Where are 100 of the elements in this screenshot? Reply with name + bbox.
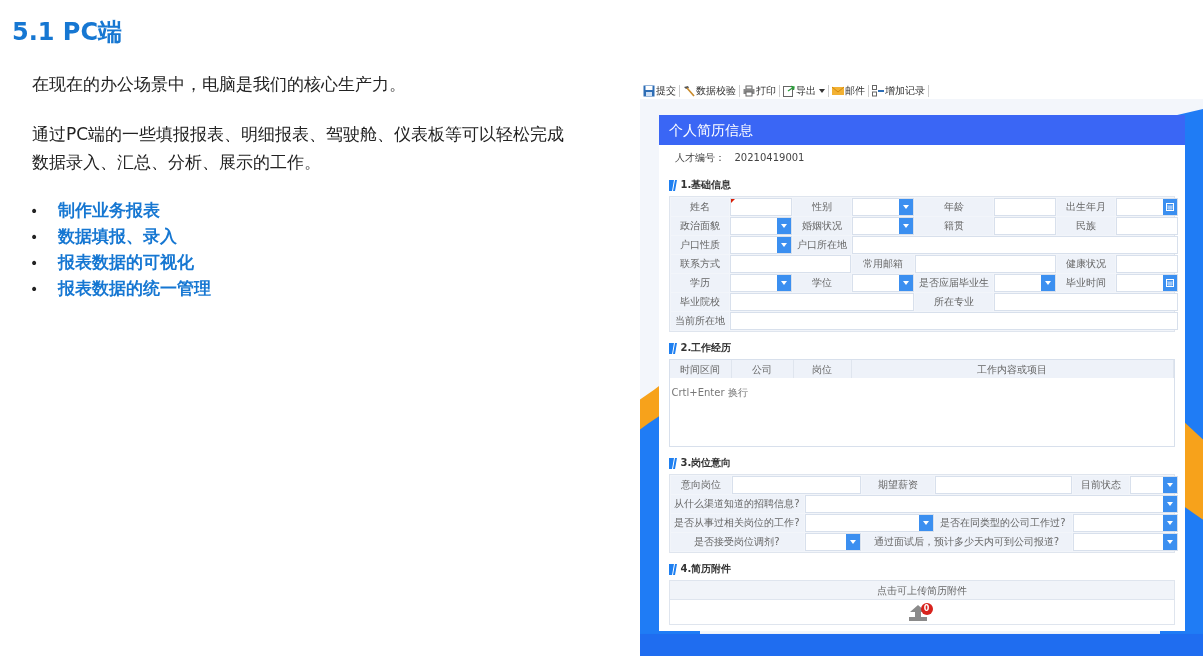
field-label: 当前所在地: [670, 312, 729, 330]
upload-icon: [908, 605, 927, 621]
field-label: 期望薪资: [861, 476, 934, 494]
caret-icon: [780, 224, 787, 228]
field-label: 是否接受岗位调剂?: [670, 533, 804, 551]
text-field[interactable]: [993, 198, 1056, 216]
field-label: 籍贯: [914, 217, 993, 235]
caret-icon: [1166, 540, 1173, 544]
text-field[interactable]: [729, 293, 914, 311]
section-marker-icon: [668, 178, 678, 191]
field-label: 常用邮箱: [851, 255, 914, 273]
select-field[interactable]: [804, 514, 934, 532]
paragraph: 通过PC端的一些填报报表、明细报表、驾驶舱、仪表板等可以轻松完成数据录入、汇总、分析、展示的工作。: [32, 123, 566, 174]
select-field[interactable]: [851, 198, 914, 216]
bullet: •: [30, 227, 40, 247]
field-label: 从什么渠道知道的招聘信息?: [670, 495, 804, 513]
select-field[interactable]: [1129, 476, 1178, 494]
select-field[interactable]: [729, 236, 792, 254]
calendar-icon: [1165, 203, 1174, 211]
paragraph: 在现在的办公场景中，电脑是我们的核心生产力。: [32, 73, 407, 96]
text-field[interactable]: [993, 217, 1056, 235]
text-field[interactable]: [1115, 217, 1178, 235]
text-field[interactable]: [729, 255, 851, 273]
text-field[interactable]: [851, 236, 1178, 254]
caret-icon: [780, 281, 787, 285]
toolbar-button[interactable]: 增加记录: [872, 84, 925, 97]
bullet: •: [30, 279, 40, 299]
date-field[interactable]: [1115, 198, 1178, 216]
field-label: 是否从事过相关岗位的工作?: [670, 514, 804, 532]
bullet: •: [30, 201, 40, 221]
toolbar-button[interactable]: 邮件: [832, 84, 865, 97]
slide-title: 5.1 PC端: [12, 17, 124, 48]
section-title: 1.基础信息: [680, 178, 732, 192]
text-field[interactable]: [729, 198, 792, 216]
text-field[interactable]: [731, 476, 861, 494]
calendar-icon: [1165, 279, 1174, 287]
caret-icon: [922, 521, 929, 525]
select-field[interactable]: [1072, 514, 1178, 532]
text-field[interactable]: [1115, 255, 1178, 273]
field-label: 户口性质: [670, 236, 729, 254]
mail-icon: [832, 84, 844, 97]
select-field[interactable]: [729, 274, 792, 292]
section-marker-icon: [668, 562, 678, 575]
caret-icon: [1166, 483, 1173, 487]
bullet-text: 报表数据的可视化: [58, 251, 194, 275]
caret-icon: [902, 281, 909, 285]
field-label: 婚姻状况: [792, 217, 851, 235]
field-label: 出生年月: [1056, 198, 1115, 216]
select-field[interactable]: [1072, 533, 1178, 551]
bullet: •: [30, 253, 40, 273]
select-field[interactable]: [729, 217, 792, 235]
text-field[interactable]: [993, 293, 1178, 311]
select-field[interactable]: [851, 274, 914, 292]
field-label: 学位: [792, 274, 851, 292]
text-field[interactable]: [729, 312, 1178, 330]
toolbar-button[interactable]: 打印: [743, 84, 776, 97]
field-label: 学历: [670, 274, 729, 292]
caret-icon: [1166, 502, 1173, 506]
text-field[interactable]: [914, 255, 1056, 273]
section-marker-icon: [668, 341, 678, 354]
field-label: 通过面试后，预计多少天内可到公司报道?: [861, 533, 1072, 551]
bullet-text: 报表数据的统一管理: [58, 277, 211, 301]
required-mark-icon: [730, 199, 735, 203]
field-label: 是否在同类型的公司工作过?: [934, 514, 1072, 532]
caret-icon: [849, 540, 856, 544]
field-label: 是否应届毕业生: [914, 274, 993, 292]
select-field[interactable]: [993, 274, 1056, 292]
section-title: 3.岗位意向: [680, 456, 732, 470]
bullet-text: 数据填报、录入: [58, 225, 177, 249]
caret-icon: [1044, 281, 1051, 285]
toolbar-button[interactable]: 数据校验: [683, 84, 736, 97]
caret-icon: [780, 243, 787, 247]
placeholder-text: Crtl+Enter 换行: [671, 387, 748, 398]
file-field[interactable]: 点击可上传简历附件 0: [668, 580, 1175, 625]
date-field[interactable]: [1115, 274, 1178, 292]
field-label: 毕业院校: [670, 293, 729, 311]
field-label: 目前状态: [1072, 476, 1129, 494]
select-field[interactable]: [851, 217, 914, 235]
toolbar-button[interactable]: 导出: [783, 84, 825, 97]
field-label: 所在专业: [914, 293, 993, 311]
select-field[interactable]: [804, 533, 861, 551]
form-header: 个人简历信息: [658, 115, 1185, 145]
field-label: 姓名: [670, 198, 729, 216]
caret-icon: [819, 88, 825, 93]
text-field[interactable]: [934, 476, 1072, 494]
field-label: 户口所在地: [792, 236, 851, 254]
section-marker-icon: [668, 456, 678, 469]
field-label: 性别: [792, 198, 851, 216]
section-title: 2.工作经历: [680, 341, 732, 355]
field-label: 健康状况: [1056, 255, 1115, 273]
caret-icon: [902, 205, 909, 209]
field-label: 政治面貌: [670, 217, 729, 235]
field-label: 联系方式: [670, 255, 729, 273]
id-value: 20210419001: [734, 150, 805, 165]
field-label: 毕业时间: [1056, 274, 1115, 292]
toolbar-button[interactable]: 提交: [643, 84, 676, 97]
field-label: 民族: [1056, 217, 1115, 235]
select-field[interactable]: [804, 495, 1178, 513]
upload-button[interactable]: 点击可上传简历附件: [669, 581, 1174, 600]
field-label: 意向岗位: [670, 476, 731, 494]
